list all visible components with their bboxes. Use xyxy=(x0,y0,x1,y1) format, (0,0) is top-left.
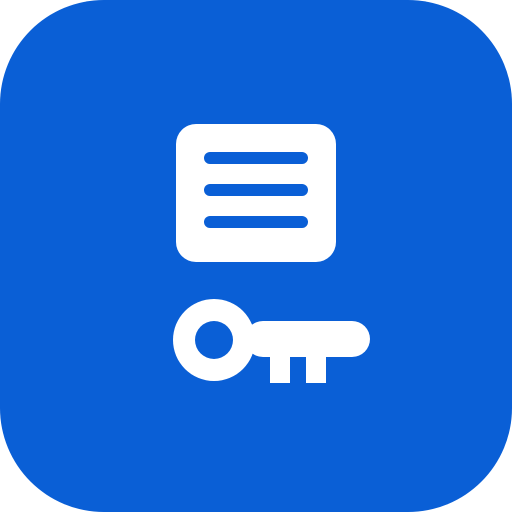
document-lines-icon xyxy=(176,124,336,262)
app-icon[interactable] xyxy=(0,0,512,512)
app-icon-graphic xyxy=(0,0,512,512)
